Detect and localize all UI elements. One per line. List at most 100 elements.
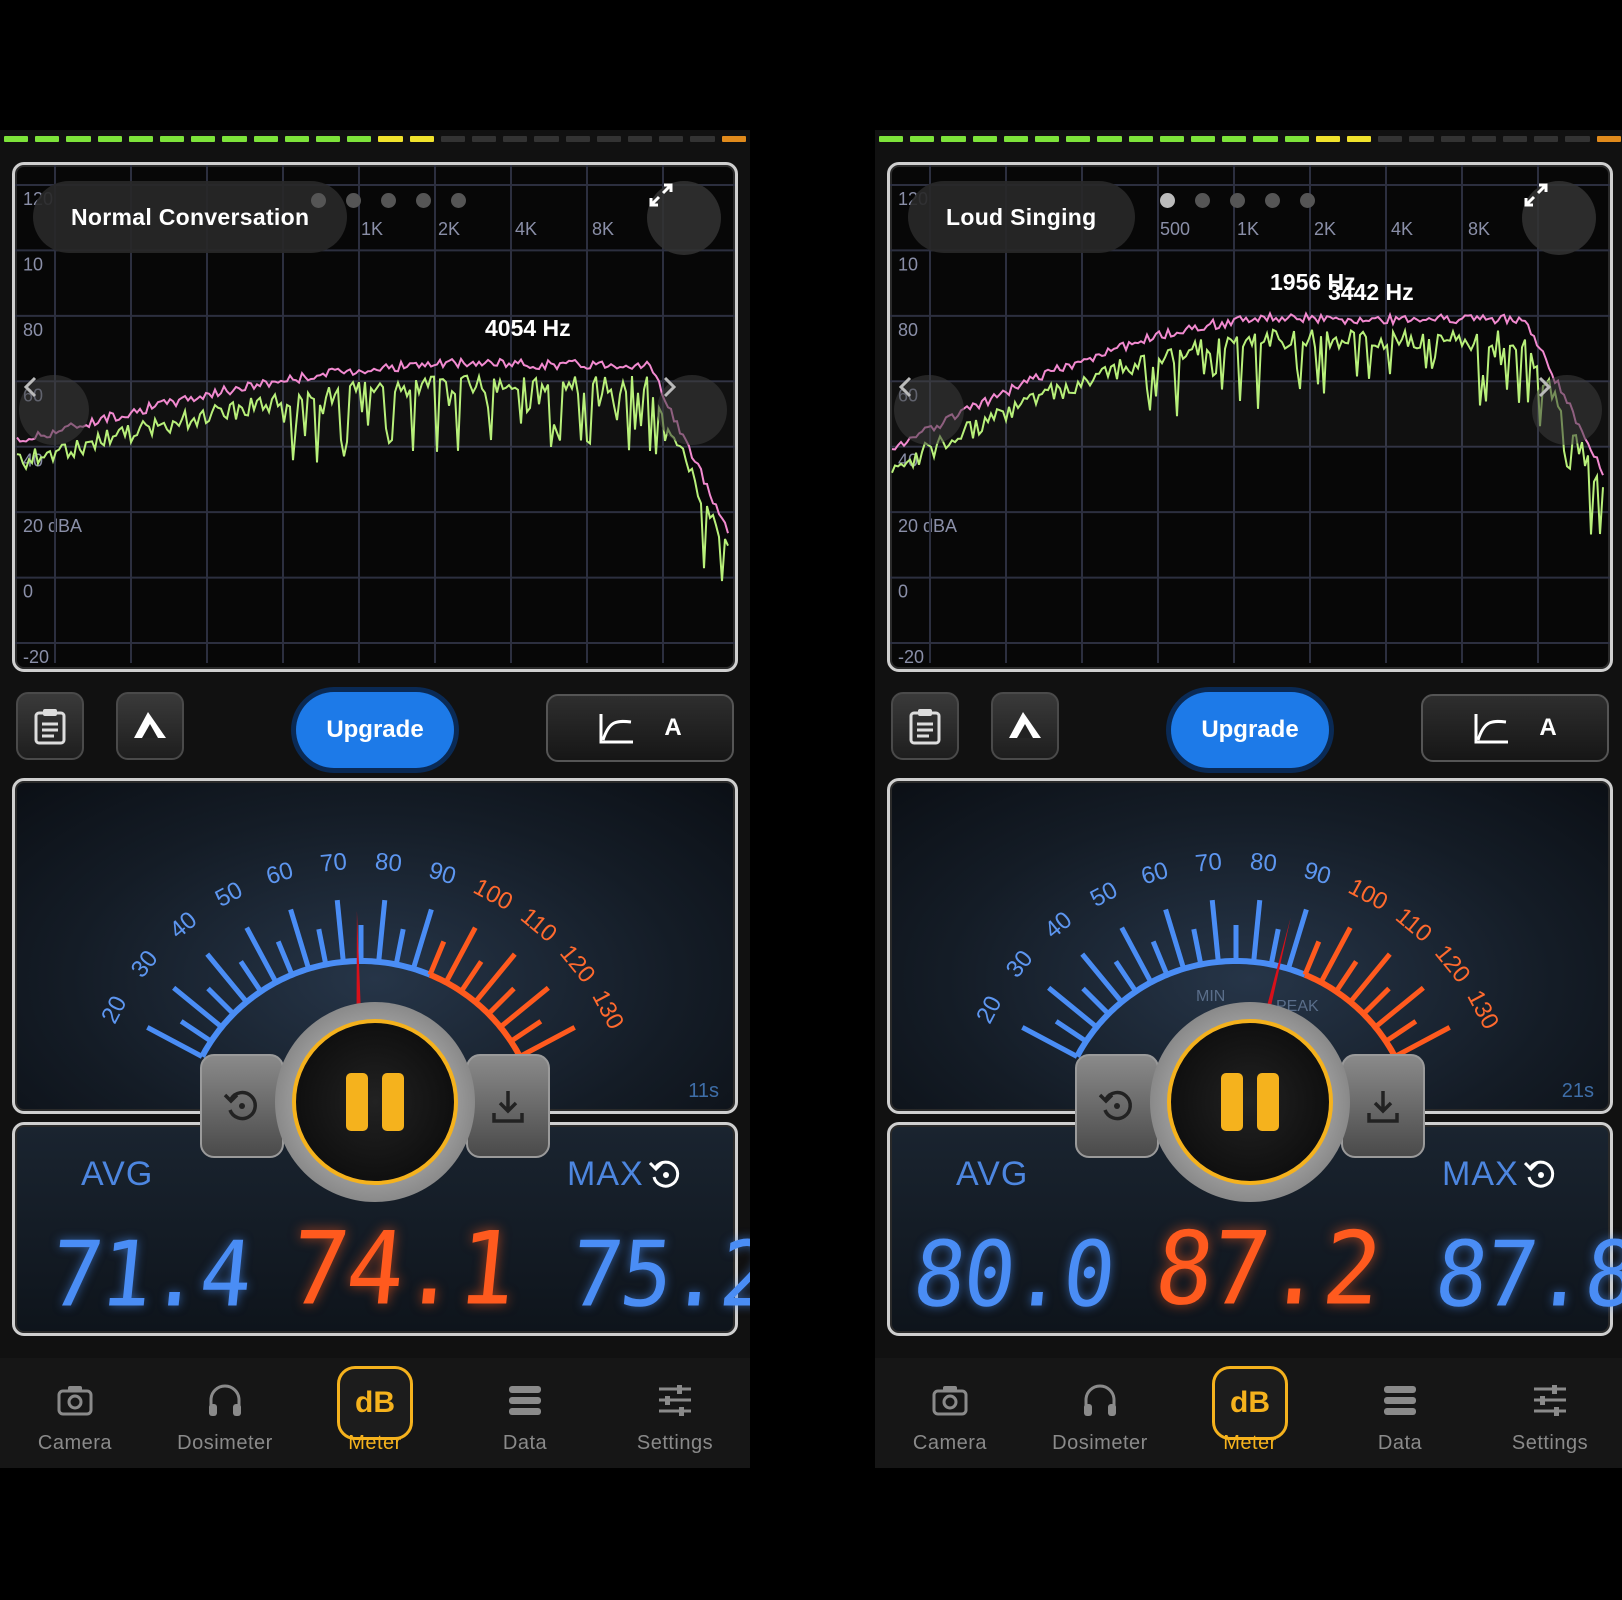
save-button[interactable] — [1341, 1054, 1425, 1158]
tab-label: Dosimeter — [1052, 1432, 1148, 1454]
playback-controls — [1075, 1002, 1425, 1202]
freq-tick-label: 2K — [438, 219, 460, 239]
weighting-label: A — [664, 714, 682, 741]
tab-meter[interactable]: dB Meter — [1175, 1358, 1325, 1468]
tab-camera[interactable]: Camera — [0, 1358, 150, 1468]
reset-button[interactable] — [200, 1054, 284, 1158]
clipboard-icon[interactable] — [891, 692, 959, 760]
clipboard-icon[interactable] — [16, 692, 84, 760]
gauge-tick — [1113, 960, 1138, 993]
chevron-right-icon[interactable] — [1532, 375, 1602, 445]
gauge-scale-label: 70 — [1194, 848, 1223, 877]
gauge-tick — [376, 899, 388, 963]
db-tick-label: -20 — [898, 647, 924, 663]
level-segment — [347, 136, 372, 142]
tab-camera[interactable]: Camera — [875, 1358, 1025, 1468]
gauge-scale-label: 30 — [126, 945, 164, 983]
profile-label[interactable]: Normal Conversation — [33, 181, 348, 253]
camera-icon — [930, 1380, 970, 1420]
tab-label: Dosimeter — [177, 1432, 273, 1454]
reset-max-icon[interactable] — [648, 1157, 684, 1198]
left-screen: 1201080604020 dBA0-201K2K4K8K Normal Con… — [0, 130, 750, 1468]
tab-data[interactable]: Data — [450, 1358, 600, 1468]
chevron-left-icon[interactable] — [894, 375, 964, 445]
tab-bar: Camera Dosimeter dB Meter Data Settings — [875, 1358, 1622, 1468]
db-tick-label: 20 dBA — [23, 516, 82, 536]
save-button[interactable] — [466, 1054, 550, 1158]
gauge-scale-label: 130 — [586, 986, 629, 1034]
pause-button[interactable] — [1150, 1002, 1350, 1202]
gauge-scale-label: 40 — [1039, 906, 1077, 944]
level-segment — [596, 136, 622, 142]
gauge-scale-label: 100 — [469, 873, 517, 916]
gauge-scale-label: 30 — [1001, 945, 1039, 983]
level-segment — [1066, 136, 1091, 142]
level-meter-bar — [4, 136, 746, 144]
tab-settings[interactable]: Settings — [1475, 1358, 1622, 1468]
tab-dosimeter[interactable]: Dosimeter — [1025, 1358, 1175, 1468]
avg-value: 71.4 — [45, 1222, 256, 1328]
gauge-tick — [288, 908, 312, 970]
gauge-tick — [238, 960, 263, 993]
level-segment — [66, 136, 91, 142]
level-segment — [1440, 136, 1465, 142]
level-segment — [1253, 136, 1278, 142]
level-segment — [191, 136, 216, 142]
level-segment — [1097, 136, 1122, 142]
level-segment — [222, 136, 247, 142]
profile-label[interactable]: Loud Singing — [908, 181, 1135, 253]
data-icon — [505, 1380, 545, 1420]
level-segment — [503, 136, 528, 142]
pause-icon — [1167, 1019, 1333, 1185]
level-segment — [972, 136, 997, 142]
gauge-tick — [393, 928, 406, 965]
curve-icon — [1474, 714, 1509, 744]
freq-tick-label: 4K — [1391, 219, 1413, 239]
gauge-tick — [459, 960, 484, 993]
chevron-right-icon[interactable] — [657, 375, 727, 445]
tab-data[interactable]: Data — [1325, 1358, 1475, 1468]
weighting-button[interactable]: A — [1421, 694, 1609, 762]
reset-button[interactable] — [1075, 1054, 1159, 1158]
max-value: 87.8 — [1430, 1222, 1622, 1328]
sliders-icon — [655, 1380, 695, 1420]
gauge-scale-label: 80 — [374, 848, 403, 877]
data-icon — [1380, 1380, 1420, 1420]
upgrade-button[interactable]: Upgrade — [1171, 692, 1329, 768]
level-segment — [35, 136, 60, 142]
level-segment — [1503, 136, 1528, 142]
expand-icon[interactable] — [1522, 181, 1596, 255]
spectrum-panel: 1201080604020 dBA0-201K2K4K8K Normal Con… — [12, 162, 738, 672]
expand-icon[interactable] — [647, 181, 721, 255]
pause-button[interactable] — [275, 1002, 475, 1202]
level-segment — [316, 136, 341, 142]
peak-frequency-label: 4054 Hz — [485, 315, 571, 341]
tab-settings[interactable]: Settings — [600, 1358, 750, 1468]
gauge-scale-label: 110 — [1390, 903, 1437, 948]
gauge-scale-label: 80 — [1249, 848, 1278, 877]
page-dots — [1160, 193, 1315, 208]
peak-frequency-label: 3442 Hz — [1328, 279, 1414, 305]
level-segment — [284, 136, 310, 142]
chevron-left-icon[interactable] — [19, 375, 89, 445]
level-segment — [628, 136, 653, 142]
level-segment — [1315, 136, 1341, 142]
db-tick-label: -20 — [23, 647, 49, 663]
level-segment — [378, 136, 403, 142]
level-segment — [721, 136, 746, 142]
avg-title: AVG — [81, 1155, 154, 1193]
tab-label: Meter — [1223, 1432, 1277, 1454]
skin-theme-icon[interactable] — [991, 692, 1059, 760]
level-segment — [128, 136, 154, 142]
upgrade-button[interactable]: Upgrade — [296, 692, 454, 768]
skin-theme-icon[interactable] — [116, 692, 184, 760]
tab-dosimeter[interactable]: Dosimeter — [150, 1358, 300, 1468]
weighting-button[interactable]: A — [546, 694, 734, 762]
gauge-scale-label: 90 — [1301, 857, 1334, 891]
reset-max-icon[interactable] — [1523, 1157, 1559, 1198]
tab-meter[interactable]: dB Meter — [300, 1358, 450, 1468]
avg-value: 80.0 — [908, 1222, 1119, 1328]
tab-label: Data — [502, 1432, 548, 1454]
gauge-tick — [1163, 908, 1187, 970]
freq-tick-label: 4K — [515, 219, 537, 239]
